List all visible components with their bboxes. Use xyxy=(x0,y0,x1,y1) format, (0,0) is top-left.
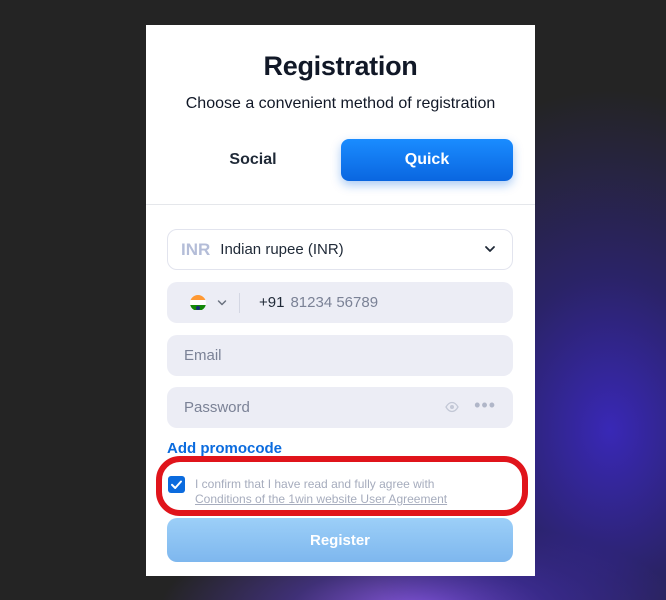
agreement-text: I confirm that I have read and fully agr… xyxy=(195,477,435,491)
tab-social[interactable]: Social xyxy=(167,139,339,181)
phone-field[interactable]: +91 81234 56789 xyxy=(167,282,513,323)
phone-placeholder: 81234 56789 xyxy=(290,294,379,311)
email-field[interactable]: Email xyxy=(167,335,513,376)
currency-select[interactable]: INR Indian rupee (INR) xyxy=(167,229,513,270)
eye-icon[interactable] xyxy=(445,401,459,413)
registration-method-tabs: Social Quick xyxy=(167,139,513,181)
modal-subtitle: Choose a convenient method of registrati… xyxy=(185,95,496,112)
password-field[interactable]: Password ••• xyxy=(167,387,513,428)
register-button[interactable]: Register xyxy=(167,518,513,562)
currency-code: INR xyxy=(181,239,211,259)
agreement-checkbox[interactable] xyxy=(168,476,185,493)
add-promocode-link[interactable]: Add promocode xyxy=(167,440,282,457)
password-placeholder: Password xyxy=(184,399,250,416)
chevron-down-icon xyxy=(485,246,495,252)
india-flag-icon[interactable] xyxy=(190,294,206,311)
registration-modal: Registration Choose a convenient method … xyxy=(146,25,535,576)
divider xyxy=(146,204,535,205)
email-placeholder: Email xyxy=(184,347,222,364)
tab-quick[interactable]: Quick xyxy=(341,139,513,181)
checkmark-icon xyxy=(171,480,182,489)
chevron-down-icon[interactable] xyxy=(217,299,227,307)
separator xyxy=(239,292,240,313)
user-agreement-link[interactable]: Conditions of the 1win website User Agre… xyxy=(195,492,447,506)
more-dots-icon[interactable]: ••• xyxy=(474,395,496,416)
modal-title: Registration xyxy=(263,51,418,81)
dial-code: +91 xyxy=(259,294,285,311)
currency-name: Indian rupee (INR) xyxy=(220,241,344,258)
